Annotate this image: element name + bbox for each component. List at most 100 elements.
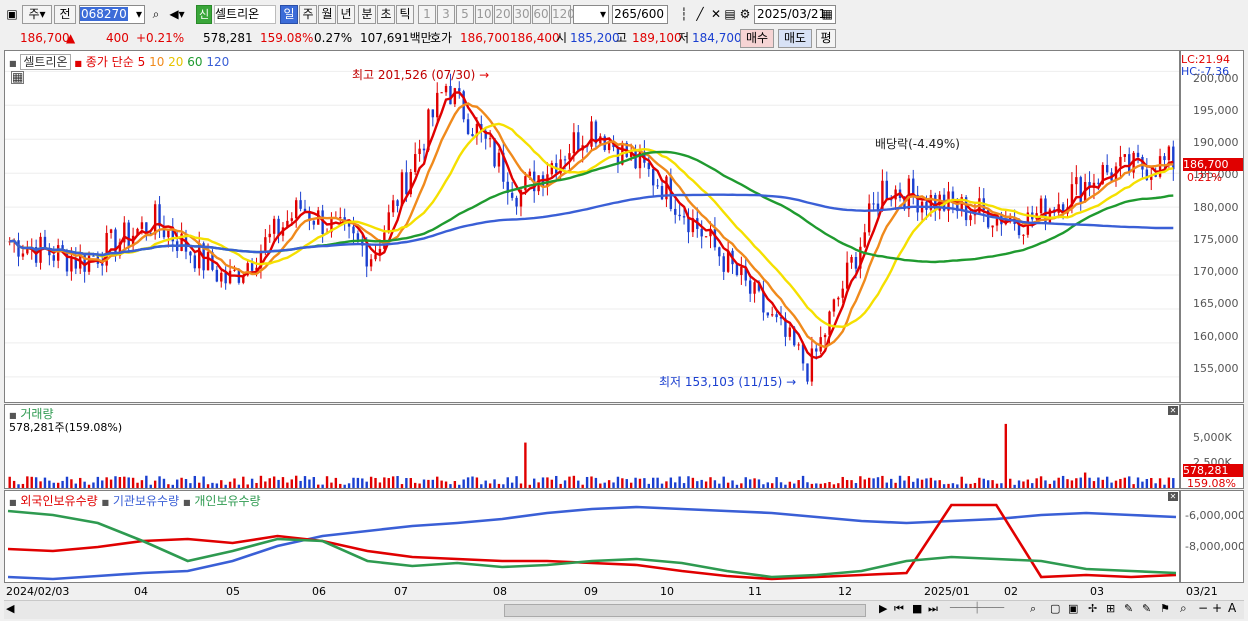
candle-icon[interactable]: ┆ — [676, 5, 692, 24]
tab-minute[interactable]: 분 — [358, 5, 376, 24]
volume-value: 578,281 — [203, 31, 253, 45]
interval-custom-select[interactable]: ▾ — [573, 5, 609, 24]
volume-bar — [409, 478, 412, 488]
square-icon: ■ — [9, 59, 17, 68]
volume-bar — [259, 475, 263, 488]
volume-bar — [841, 476, 844, 488]
scroll-left-icon[interactable]: ◀ — [6, 602, 14, 615]
candle-body — [268, 233, 271, 238]
volume-bar — [330, 482, 333, 488]
candle-body — [215, 269, 219, 282]
tab-week[interactable]: 주 — [299, 5, 317, 24]
eval-button[interactable]: 평 — [816, 29, 836, 48]
table-icon[interactable]: ▦ — [11, 71, 24, 84]
stock-code-input[interactable]: 068270 ▾ — [79, 5, 145, 24]
buy-button[interactable]: 매수 — [740, 29, 774, 48]
gear-icon[interactable]: ⚙ — [737, 5, 753, 24]
zoom-out-icon[interactable]: ⌕ — [1180, 601, 1187, 616]
search-icon[interactable]: ⌕ — [148, 5, 164, 24]
x-label: 09 — [584, 585, 598, 598]
x-label: 08 — [493, 585, 507, 598]
speaker-icon[interactable]: ◀▾ — [166, 5, 188, 24]
candle-body — [52, 255, 55, 261]
magnify-icon[interactable]: ⌕ — [1030, 602, 1036, 616]
draw2-icon[interactable]: ✎ — [1142, 602, 1151, 615]
plus-icon[interactable]: + — [1212, 601, 1222, 615]
candle-body — [167, 230, 170, 238]
forward-icon[interactable]: ⏭ — [928, 602, 938, 616]
candle-body — [1163, 156, 1166, 161]
volume-bar — [898, 475, 902, 488]
prev-button[interactable]: 전 — [54, 5, 76, 24]
save-icon[interactable]: ▤ — [722, 5, 738, 24]
date-input[interactable]: 2025/03/21 ▦ — [754, 5, 836, 24]
volume-bar — [484, 480, 487, 488]
window-icon[interactable]: ▣ — [4, 5, 20, 24]
y-tick: 165,000 — [1193, 297, 1239, 310]
price-chart[interactable] — [5, 51, 1180, 403]
tab-day[interactable]: 일 — [280, 5, 298, 24]
candle-body — [396, 200, 399, 207]
count-input[interactable]: 265/600 — [612, 5, 668, 24]
volume-bar — [321, 484, 324, 488]
volume-bar — [1004, 423, 1008, 488]
holding-panel[interactable]: ■ 외국인보유수량 ■ 기관보유수량 ■ 개인보유수량 ✕ — [4, 490, 1180, 583]
interval-60[interactable]: 60 — [532, 5, 550, 24]
stop-icon[interactable]: ■ — [912, 602, 922, 615]
zoom-slider[interactable]: ────┼──── — [950, 603, 1004, 614]
candle-body — [422, 148, 426, 151]
layout-icon[interactable]: ▢ — [1050, 602, 1060, 615]
volume-bar — [647, 483, 650, 488]
candle-body — [272, 218, 276, 234]
minus-icon[interactable]: − — [1198, 601, 1208, 615]
y-tick: 175,000 — [1193, 233, 1239, 246]
candle-body — [471, 133, 474, 137]
volume-panel[interactable]: ■ 거래량 578,281주(159.08%) ✕ — [4, 404, 1180, 489]
interval-1[interactable]: 1 — [418, 5, 436, 24]
line-icon[interactable]: ╱ — [692, 5, 708, 24]
candle-body — [524, 176, 527, 191]
interval-5[interactable]: 5 — [456, 5, 474, 24]
volume-bar — [788, 481, 792, 488]
candle-body — [1022, 234, 1025, 236]
interval-30[interactable]: 30 — [513, 5, 531, 24]
holding-axis: -6,000,000 -8,000,000 — [1180, 490, 1244, 583]
tab-month[interactable]: 월 — [318, 5, 336, 24]
price-legend: ■ 셀트리온 ■ 종가 단순 5 10 20 60 120 — [9, 53, 229, 70]
scroll-right-icon[interactable]: ▶ — [879, 602, 887, 615]
draw-icon[interactable]: ✎ — [1124, 602, 1133, 615]
close-icon[interactable]: ✕ — [1168, 492, 1178, 501]
tab-tick[interactable]: 틱 — [396, 5, 414, 24]
tab-second[interactable]: 초 — [377, 5, 395, 24]
volume-bar — [762, 484, 765, 488]
interval-120[interactable]: 120 — [551, 5, 575, 24]
crosshair-icon[interactable]: ✢ — [1088, 602, 1097, 615]
turnover-rate: 0.27% — [314, 31, 353, 45]
volume-bar — [1110, 482, 1113, 488]
volume-bar — [413, 482, 417, 488]
period-select[interactable]: 주▾ — [22, 5, 52, 24]
rewind-icon[interactable]: ⏮ — [894, 602, 904, 616]
draw3-icon[interactable]: ⚑ — [1160, 602, 1170, 615]
volume-bar — [317, 484, 320, 488]
volume-bar — [233, 478, 236, 488]
volume-bar — [1105, 476, 1109, 488]
candle-body — [912, 178, 915, 195]
volume-bar — [907, 476, 911, 488]
interval-10[interactable]: 10 — [475, 5, 493, 24]
layout2-icon[interactable]: ▣ — [1068, 602, 1078, 615]
tab-year[interactable]: 년 — [337, 5, 355, 24]
scroll-bar[interactable]: ◀ ▶ ⏮ ■ ⏭ ────┼──── ⌕ ▢ ▣ ✢ ⊞ ✎ ✎ ⚑ ⌕ − … — [4, 600, 1244, 619]
price-change: 400 — [106, 31, 129, 45]
sell-button[interactable]: 매도 — [778, 29, 812, 48]
price-chart-panel[interactable]: ■ 셀트리온 ■ 종가 단순 5 10 20 60 120 ▦ 최고 201,5… — [4, 50, 1180, 403]
interval-20[interactable]: 20 — [494, 5, 512, 24]
font-icon[interactable]: A — [1228, 601, 1236, 615]
x-end-label: 03/21 — [1186, 585, 1218, 598]
scroll-thumb[interactable] — [504, 604, 866, 617]
grid-icon[interactable]: ⊞ — [1106, 602, 1115, 615]
volume-bar — [12, 480, 16, 488]
interval-3[interactable]: 3 — [437, 5, 455, 24]
y-tick: -8,000,000 — [1185, 540, 1244, 553]
close-icon[interactable]: ✕ — [1168, 406, 1178, 415]
